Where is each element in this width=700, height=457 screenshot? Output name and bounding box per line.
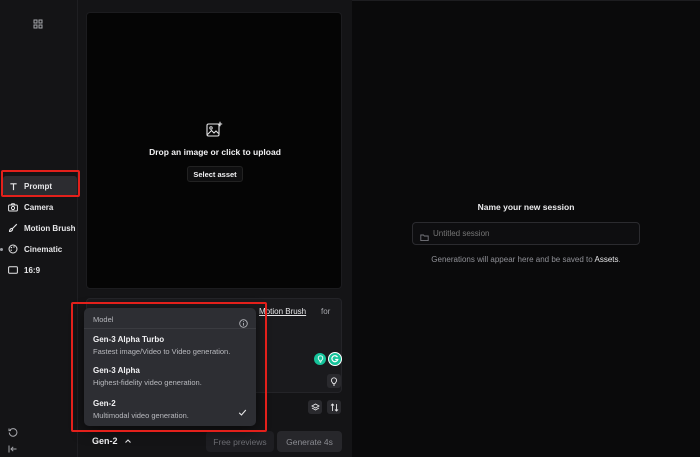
model-option-gen3-alpha-turbo[interactable]: Gen-3 Alpha Turbo Fastest image/Video to… xyxy=(93,335,248,356)
session-note-prefix: Generations will appear here and be save… xyxy=(431,255,593,264)
aspect-ratio-icon xyxy=(8,265,18,275)
session-note: Generations will appear here and be save… xyxy=(352,255,700,264)
model-option-gen3-alpha[interactable]: Gen-3 Alpha Highest-fidelity video gener… xyxy=(93,366,248,387)
palette-icon xyxy=(8,244,18,254)
grammarly-suggestion-icon[interactable] xyxy=(314,353,326,365)
history-icon[interactable] xyxy=(8,424,18,437)
image-upload-dropzone[interactable]: Drop an image or click to upload Select … xyxy=(86,12,342,289)
image-add-icon xyxy=(205,121,223,139)
session-area: Name your new session Generations will a… xyxy=(352,0,700,457)
folder-icon xyxy=(420,229,429,242)
layers-button[interactable] xyxy=(308,400,322,414)
nav-item-label: Prompt xyxy=(24,181,52,191)
model-option-name: Gen-3 Alpha Turbo xyxy=(93,335,165,344)
dropdown-divider xyxy=(84,328,256,329)
motion-brush-link[interactable]: Motion Brush xyxy=(259,307,306,316)
session-title: Name your new session xyxy=(477,202,575,212)
info-icon[interactable] xyxy=(239,315,248,328)
upload-instruction: Drop an image or click to upload xyxy=(149,147,281,157)
nav-item-prompt[interactable]: Prompt xyxy=(3,176,77,196)
nav-item-cinematic[interactable]: Cinematic xyxy=(0,239,78,259)
select-asset-button[interactable]: Select asset xyxy=(187,166,243,182)
nav-item-motion-brush[interactable]: Motion Brush xyxy=(0,218,78,238)
assets-link[interactable]: Assets xyxy=(594,255,618,264)
session-note-suffix: . xyxy=(618,255,621,264)
generate-button[interactable]: Generate 4s xyxy=(277,431,342,452)
model-option-gen2[interactable]: Gen-2 Multimodal video generation. xyxy=(93,399,248,420)
brush-icon xyxy=(8,223,18,233)
grid-menu-icon[interactable] xyxy=(33,16,43,29)
text-icon xyxy=(8,181,18,191)
prompt-hint-suffix: for xyxy=(321,307,331,316)
model-dropdown: Model Gen-3 Alpha Turbo Fastest image/Vi… xyxy=(84,308,256,426)
sort-settings-button[interactable] xyxy=(327,400,341,414)
chevron-up-icon xyxy=(124,437,132,445)
model-option-name: Gen-3 Alpha xyxy=(93,366,140,375)
nav-item-camera[interactable]: Camera xyxy=(0,197,78,217)
nav-item-aspect-ratio[interactable]: 16:9 xyxy=(0,260,78,280)
model-select[interactable]: Gen-2 xyxy=(86,430,134,452)
model-option-desc: Fastest image/Video to Video generation. xyxy=(93,347,231,356)
model-option-name: Gen-2 xyxy=(93,399,116,408)
dropdown-header: Model xyxy=(93,315,114,324)
nav-item-label: Camera xyxy=(24,202,54,212)
model-option-desc: Multimodal video generation. xyxy=(93,411,189,420)
session-name-input[interactable] xyxy=(412,222,640,245)
nav-item-label: 16:9 xyxy=(24,265,41,275)
model-option-desc: Highest-fidelity video generation. xyxy=(93,378,202,387)
left-rail: Prompt Camera Motion Brush Cinematic 16:… xyxy=(0,0,78,457)
free-previews-button[interactable]: Free previews xyxy=(206,431,274,452)
camera-icon xyxy=(8,202,18,212)
model-select-value: Gen-2 xyxy=(92,436,118,446)
prompt-ideas-button[interactable] xyxy=(327,374,341,388)
nav-item-label: Motion Brush xyxy=(24,223,76,233)
checkmark-icon xyxy=(238,404,247,416)
grammarly-icon[interactable] xyxy=(328,352,342,366)
nav-item-label: Cinematic xyxy=(24,244,63,254)
collapse-sidebar-icon[interactable] xyxy=(8,441,18,453)
